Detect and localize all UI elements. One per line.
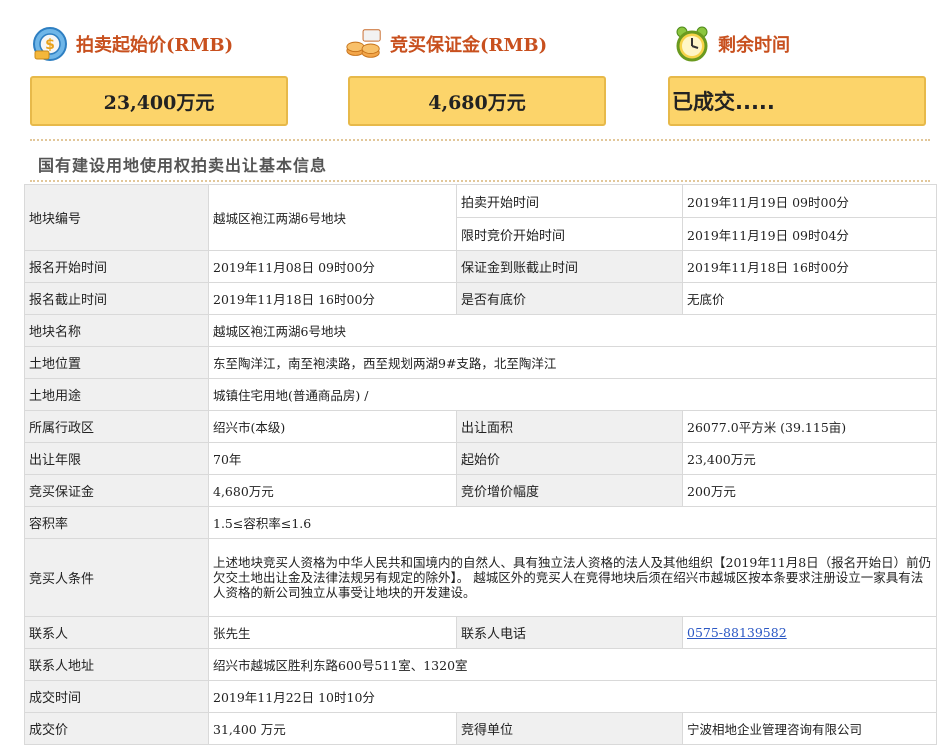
table-row: 报名开始时间 2019年11月08日 09时00分 保证金到账截止时间 2019… (24, 250, 937, 283)
table-row: 竞买人条件 上述地块竞买人资格为中华人民共和国境内的自然人、具有独立法人资格的法… (24, 538, 937, 617)
contact-label: 联系人 (24, 616, 209, 649)
divider-top (30, 139, 930, 141)
reg-start-label: 报名开始时间 (24, 250, 209, 283)
deposit-row-value: 4,680万元 (208, 474, 457, 507)
deposit-coins-icon (344, 24, 384, 64)
remaining-time-value-box: 已成交..... (668, 76, 926, 126)
table-row: 竞买保证金 4,680万元 竞价增价幅度 200万元 (24, 474, 937, 507)
term-label: 出让年限 (24, 442, 209, 475)
price-money-icon: $ (30, 24, 70, 64)
phone-label: 联系人电话 (456, 616, 683, 649)
limit-bid-start-value: 2019年11月19日 09时04分 (682, 217, 937, 251)
auction-info-table: 地块编号 越城区袍江两湖6号地块 拍卖开始时间 2019年11月19日 09时0… (24, 184, 937, 745)
start-price-row-value: 23,400万元 (682, 442, 937, 475)
deal-price-label: 成交价 (24, 712, 209, 745)
start-price-header: $ 拍卖起始价(RMB) (30, 22, 233, 66)
address-label: 联系人地址 (24, 648, 209, 681)
area-label: 出让面积 (456, 410, 683, 443)
deal-time-label: 成交时间 (24, 680, 209, 713)
location-label: 土地位置 (24, 346, 209, 379)
remaining-time-header: 剩余时间 (672, 22, 790, 66)
deal-price-value: 31,400 万元 (208, 712, 457, 745)
winner-label: 竞得单位 (456, 712, 683, 745)
increment-label: 竞价增价幅度 (456, 474, 683, 507)
table-row: 容积率 1.5≤容积率≤1.6 (24, 506, 937, 539)
bidder-cond-value: 上述地块竞买人资格为中华人民共和国境内的自然人、具有独立法人资格的法人及其他组织… (208, 538, 937, 617)
area-value: 26077.0平方米 (39.115亩) (682, 410, 937, 443)
table-row: 土地用途 城镇住宅用地(普通商品房) / (24, 378, 937, 411)
start-price-row-label: 起始价 (456, 442, 683, 475)
phone-cell: 0575-88139582 (682, 616, 937, 649)
table-row: 地块编号 越城区袍江两湖6号地块 拍卖开始时间 2019年11月19日 09时0… (24, 184, 937, 251)
location-value: 东至陶洋江，南至袍渎路，西至规划两湖9#支路，北至陶洋江 (208, 346, 937, 379)
table-row: 出让年限 70年 起始价 23,400万元 (24, 442, 937, 475)
auction-start-value: 2019年11月19日 09时00分 (682, 184, 937, 218)
parcel-name-value: 越城区袍江两湖6号地块 (208, 314, 937, 347)
parcel-name-label: 地块名称 (24, 314, 209, 347)
reserve-label: 是否有底价 (456, 282, 683, 315)
parcel-no-label: 地块编号 (24, 184, 209, 251)
contact-value: 张先生 (208, 616, 457, 649)
start-price-value-box: 23,400万元 (30, 76, 288, 126)
far-value: 1.5≤容积率≤1.6 (208, 506, 937, 539)
table-row: 所属行政区 绍兴市(本级) 出让面积 26077.0平方米 (39.115亩) (24, 410, 937, 443)
table-row: 联系人地址 绍兴市越城区胜利东路600号511室、1320室 (24, 648, 937, 681)
usage-value: 城镇住宅用地(普通商品房) / (208, 378, 937, 411)
table-row: 成交价 31,400 万元 竞得单位 宁波相地企业管理咨询有限公司 (24, 712, 937, 745)
reg-end-value: 2019年11月18日 16时00分 (208, 282, 457, 315)
usage-label: 土地用途 (24, 378, 209, 411)
term-value: 70年 (208, 442, 457, 475)
limit-bid-start-label: 限时竞价开始时间 (456, 217, 683, 251)
deposit-header: 竞买保证金(RMB) (344, 22, 547, 66)
increment-value: 200万元 (682, 474, 937, 507)
section-title: 国有建设用地使用权拍卖出让基本信息 (38, 156, 328, 175)
divider-bottom (30, 180, 930, 182)
reg-end-label: 报名截止时间 (24, 282, 209, 315)
far-label: 容积率 (24, 506, 209, 539)
table-row: 联系人 张先生 联系人电话 0575-88139582 (24, 616, 937, 649)
district-label: 所属行政区 (24, 410, 209, 443)
alarm-clock-icon (672, 24, 712, 64)
phone-link[interactable]: 0575-88139582 (687, 625, 787, 640)
reg-start-value: 2019年11月08日 09时00分 (208, 250, 457, 283)
table-row: 土地位置 东至陶洋江，南至袍渎路，西至规划两湖9#支路，北至陶洋江 (24, 346, 937, 379)
deal-time-value: 2019年11月22日 10时10分 (208, 680, 937, 713)
parcel-no-value: 越城区袍江两湖6号地块 (208, 184, 457, 251)
table-row: 成交时间 2019年11月22日 10时10分 (24, 680, 937, 713)
remaining-time-label: 剩余时间 (718, 35, 790, 56)
district-value: 绍兴市(本级) (208, 410, 457, 443)
table-row: 报名截止时间 2019年11月18日 16时00分 是否有底价 无底价 (24, 282, 937, 315)
reserve-value: 无底价 (682, 282, 937, 315)
deposit-row-label: 竞买保证金 (24, 474, 209, 507)
deposit-deadline-value: 2019年11月18日 16时00分 (682, 250, 937, 283)
winner-value: 宁波相地企业管理咨询有限公司 (682, 712, 937, 745)
start-price-label: 拍卖起始价(RMB) (76, 35, 234, 56)
deposit-label: 竞买保证金(RMB) (390, 35, 548, 56)
deposit-value-box: 4,680万元 (348, 76, 606, 126)
table-row: 地块名称 越城区袍江两湖6号地块 (24, 314, 937, 347)
bidder-cond-label: 竞买人条件 (24, 538, 209, 617)
address-value: 绍兴市越城区胜利东路600号511室、1320室 (208, 648, 937, 681)
auction-start-label: 拍卖开始时间 (456, 184, 683, 218)
deposit-deadline-label: 保证金到账截止时间 (456, 250, 683, 283)
